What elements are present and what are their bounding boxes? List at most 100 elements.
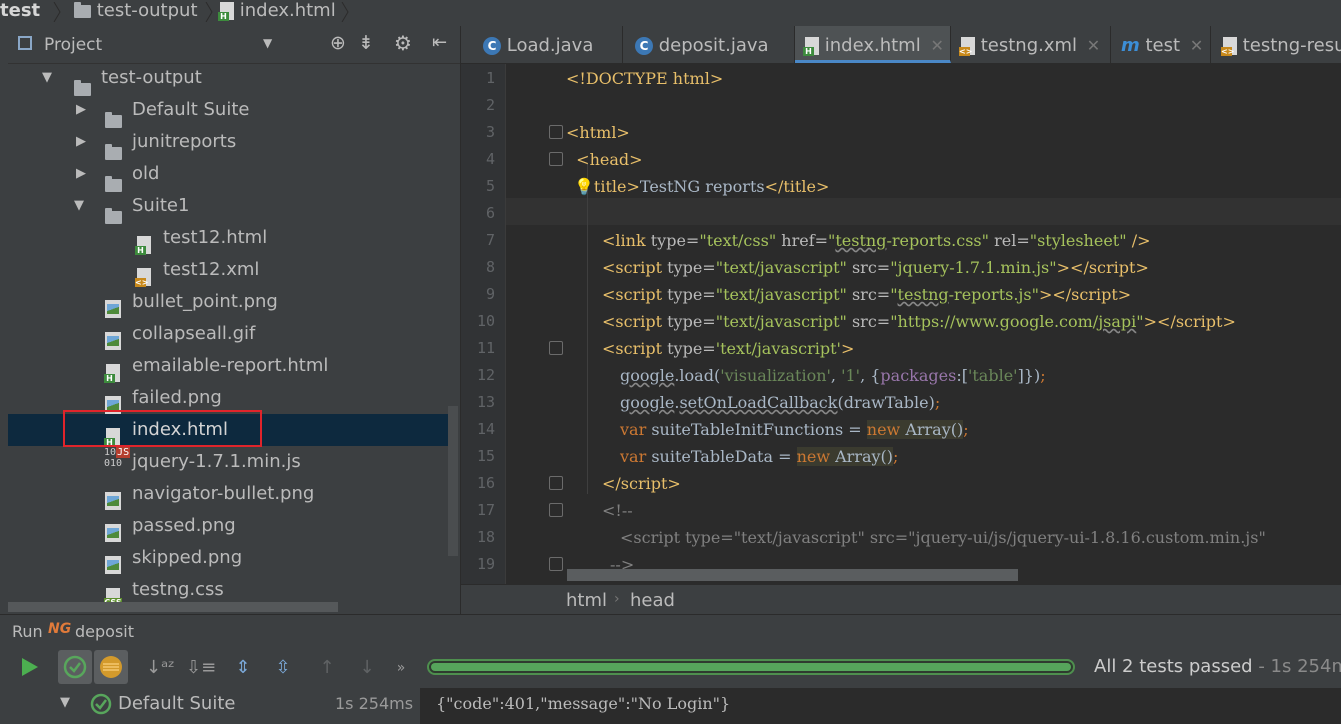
line-number: 2 bbox=[485, 96, 495, 114]
tree-item-junitreports[interactable]: ▶ junitreports bbox=[8, 126, 448, 160]
close-tab-icon[interactable]: ✕ bbox=[1190, 36, 1203, 55]
tree-item-old[interactable]: ▶ old bbox=[8, 158, 448, 192]
sort-by-duration-icon[interactable]: ⇩≡ bbox=[186, 656, 216, 680]
tree-item-label: old bbox=[132, 163, 160, 184]
code-line-14: var suiteTableInitFunctions = new Array(… bbox=[620, 420, 969, 439]
expanded-arrow-icon[interactable]: ▼ bbox=[60, 695, 70, 710]
code-line-9: <script type="text/javascript" src="test… bbox=[602, 285, 1132, 304]
tree-item-default-suite[interactable]: ▶ Default Suite bbox=[8, 94, 448, 128]
run-panel-header: Run NG deposit bbox=[0, 614, 1341, 647]
collapsed-arrow-icon[interactable]: ▶ bbox=[76, 126, 86, 158]
tree-item-test-output[interactable]: ▼ test-output bbox=[8, 62, 448, 96]
collapsed-arrow-icon[interactable]: ▶ bbox=[76, 94, 86, 126]
sort-alphabetically-icon[interactable]: ↓ᵃᶻ bbox=[146, 656, 175, 680]
close-tab-icon[interactable]: ✕ bbox=[930, 36, 943, 55]
line-number: 5 bbox=[485, 177, 495, 195]
tree-item-passed[interactable]: passed.png bbox=[8, 510, 448, 542]
test-suite-label[interactable]: Default Suite bbox=[118, 693, 235, 714]
tab-label: test bbox=[1145, 35, 1181, 56]
tree-item-label: navigator-bullet.png bbox=[132, 483, 315, 504]
tab-load-java[interactable]: C Load.java bbox=[461, 26, 623, 63]
tab-deposit-java[interactable]: C deposit.java bbox=[623, 26, 795, 63]
view-dropdown-chevron-icon[interactable]: ▼ bbox=[263, 36, 272, 50]
passed-check-icon bbox=[90, 693, 112, 715]
line-number: 4 bbox=[485, 150, 495, 168]
hide-panel-icon[interactable]: ⇤ bbox=[432, 32, 447, 53]
breadcrumb-folder[interactable]: test-output bbox=[74, 0, 198, 26]
editor-horizontal-scrollbar[interactable] bbox=[567, 569, 1018, 581]
tree-item-label: Default Suite bbox=[132, 99, 250, 120]
close-tab-icon[interactable]: ✕ bbox=[1087, 36, 1100, 55]
collapse-all-icon[interactable]: ⇳ bbox=[270, 656, 296, 680]
horizontal-scrollbar[interactable] bbox=[8, 602, 338, 612]
more-actions-icon[interactable]: » bbox=[388, 656, 414, 680]
scroll-from-source-icon[interactable]: ⊕ bbox=[330, 32, 346, 54]
code-editor[interactable]: 1 2 3 4 5 6 7 8 9 10 11 12 13 14 15 16 1… bbox=[461, 64, 1341, 584]
breadcrumb-head[interactable]: head bbox=[630, 590, 675, 611]
tree-item-navigator-bullet[interactable]: navigator-bullet.png bbox=[8, 478, 448, 510]
image-file-icon bbox=[105, 492, 121, 510]
tree-item-testng-css[interactable]: CSS testng.css bbox=[8, 574, 448, 602]
collapsed-arrow-icon[interactable]: ▶ bbox=[76, 158, 86, 190]
previous-test-arrow-icon[interactable]: ↑ bbox=[314, 656, 340, 680]
run-panel-title: Run bbox=[12, 622, 43, 641]
breadcrumb-file[interactable]: H index.html bbox=[218, 0, 336, 26]
rerun-play-icon[interactable] bbox=[18, 656, 40, 678]
expanded-arrow-icon[interactable]: ▼ bbox=[42, 62, 52, 94]
breadcrumb-html[interactable]: html bbox=[566, 590, 607, 611]
code-line-13: google.setOnLoadCallback(drawTable); bbox=[620, 393, 941, 412]
fold-marker-icon[interactable] bbox=[549, 503, 563, 517]
intention-bulb-icon[interactable]: 💡 bbox=[574, 177, 594, 196]
html-file-icon: H bbox=[803, 37, 819, 56]
tab-testng-xml[interactable]: <> testng.xml ✕ bbox=[951, 26, 1111, 63]
xml-file-icon: <> bbox=[1221, 37, 1237, 56]
breadcrumb-project[interactable]: test bbox=[0, 0, 40, 26]
code-line-5: 💡title>TestNG reports</title> bbox=[574, 177, 830, 196]
line-number: 3 bbox=[485, 123, 495, 141]
settings-gear-icon[interactable]: ⚙ bbox=[394, 31, 412, 55]
tab-test[interactable]: m test ✕ bbox=[1111, 26, 1211, 63]
fold-marker-icon[interactable] bbox=[549, 341, 563, 355]
vertical-scrollbar[interactable] bbox=[448, 406, 458, 556]
tab-index-html[interactable]: H index.html ✕ bbox=[795, 26, 951, 63]
maven-icon: m bbox=[1121, 35, 1140, 56]
test-status-time: - 1s 254ms bbox=[1258, 656, 1341, 677]
test-progress-fill bbox=[431, 663, 1071, 671]
image-file-icon bbox=[105, 332, 121, 350]
tree-item-test12-xml[interactable]: <> test12.xml bbox=[8, 254, 448, 287]
code-line-1: <!DOCTYPE html> bbox=[566, 69, 724, 88]
tree-item-jquery[interactable]: 10JS 010 jquery-1.7.1.min.js bbox=[8, 446, 448, 478]
fold-marker-icon[interactable] bbox=[549, 125, 563, 139]
next-test-arrow-icon[interactable]: ↓ bbox=[354, 656, 380, 680]
folder-icon bbox=[74, 1, 91, 18]
tree-item-label: passed.png bbox=[132, 515, 236, 536]
project-panel-title[interactable]: Project bbox=[44, 35, 102, 55]
css-file-icon: CSS bbox=[104, 588, 122, 602]
tree-item-bullet-point[interactable]: bullet_point.png bbox=[8, 286, 448, 318]
tab-label: Load.java bbox=[506, 35, 594, 56]
line-number: 16 bbox=[476, 474, 495, 492]
tree-item-collapseall[interactable]: collapseall.gif bbox=[8, 318, 448, 350]
expand-all-icon[interactable]: ⇕ bbox=[230, 656, 256, 680]
breadcrumb-file-label: index.html bbox=[239, 0, 336, 21]
fold-marker-icon[interactable] bbox=[549, 557, 563, 571]
html-file-icon: H bbox=[104, 364, 120, 383]
code-line-15: var suiteTableData = new Array(); bbox=[620, 447, 899, 466]
show-passed-toggle[interactable] bbox=[58, 650, 92, 684]
show-ignored-toggle[interactable] bbox=[94, 650, 128, 684]
collapse-all-icon[interactable]: ⇟ bbox=[358, 32, 374, 54]
tree-item-test12-html[interactable]: H test12.html bbox=[8, 222, 448, 255]
expanded-arrow-icon[interactable]: ▼ bbox=[74, 190, 84, 222]
tree-item-emailable-report[interactable]: H emailable-report.html bbox=[8, 350, 448, 383]
run-config-name[interactable]: deposit bbox=[75, 622, 134, 641]
code-line-7: <link type="text/css" href="testng-repor… bbox=[602, 231, 1151, 250]
tree-item-skipped[interactable]: skipped.png bbox=[8, 542, 448, 574]
tab-testng-results[interactable]: <> testng-resu bbox=[1211, 26, 1341, 63]
line-number: 14 bbox=[476, 420, 495, 438]
run-console-output[interactable]: {"code":401,"message":"No Login"} bbox=[420, 688, 1341, 724]
console-line: {"code":401,"message":"No Login"} bbox=[436, 694, 731, 713]
fold-marker-icon[interactable] bbox=[549, 476, 563, 490]
fold-marker-icon[interactable] bbox=[549, 152, 563, 166]
test-results-tree: ▼ Default Suite 1s 254ms bbox=[8, 688, 420, 724]
tree-item-suite1[interactable]: ▼ Suite1 bbox=[8, 190, 448, 224]
